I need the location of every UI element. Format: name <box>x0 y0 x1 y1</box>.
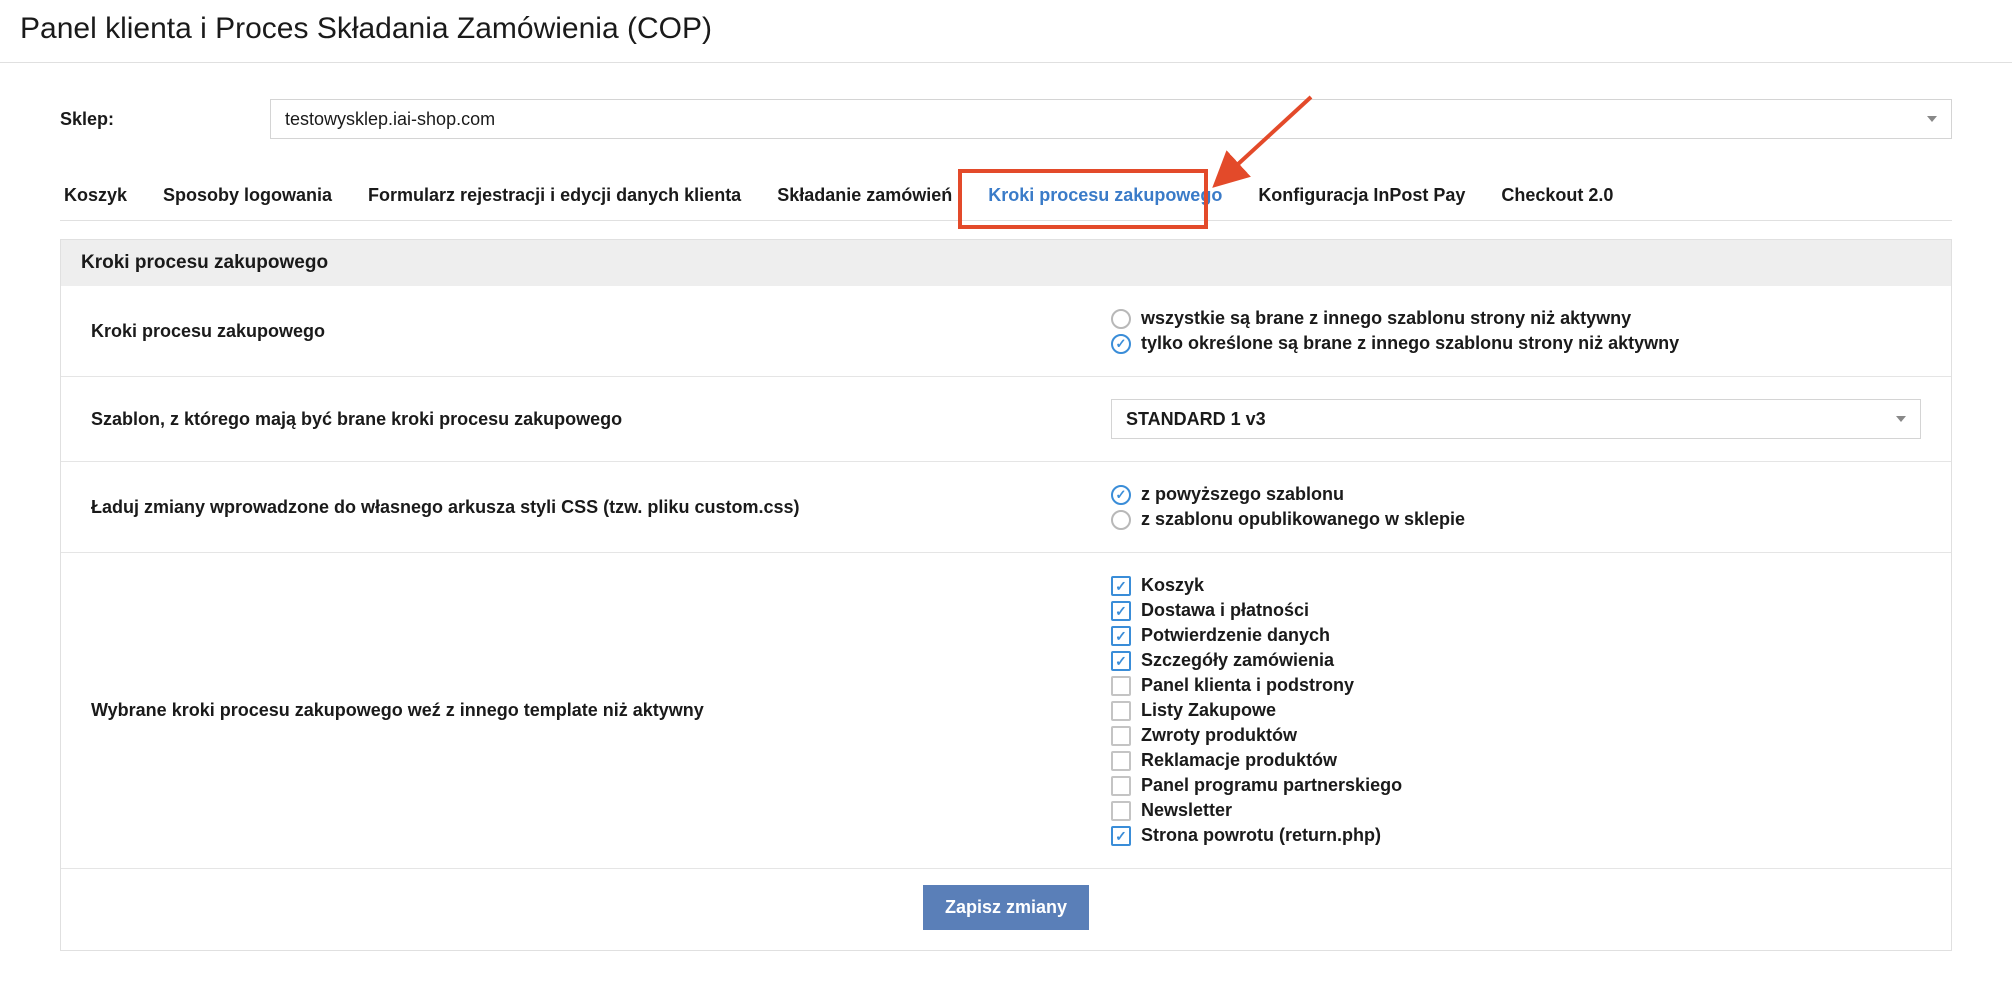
checkbox-label: Szczegóły zamówienia <box>1141 650 1334 671</box>
step-checkbox-0[interactable]: Koszyk <box>1111 575 1921 596</box>
tabs-bar: Koszyk Sposoby logowania Formularz rejestr… <box>60 173 1952 221</box>
radio-label: tylko określone są brane z innego szablo… <box>1141 333 1679 354</box>
checkbox-icon <box>1111 651 1131 671</box>
steps-mode-option-0[interactable]: wszystkie są brane z innego szablonu str… <box>1111 308 1921 329</box>
radio-icon <box>1111 334 1131 354</box>
row-steps-mode: Kroki procesu zakupowego wszystkie są br… <box>61 286 1951 377</box>
step-checkbox-10[interactable]: Strona powrotu (return.php) <box>1111 825 1921 846</box>
checkbox-icon <box>1111 751 1131 771</box>
checkbox-icon <box>1111 701 1131 721</box>
row-control: Koszyk Dostawa i płatności Potwierdzenie d… <box>1111 571 1921 850</box>
checkbox-icon <box>1111 726 1131 746</box>
row-label: Ładuj zmiany wprowadzone do własnego ark… <box>91 487 1111 527</box>
checkbox-icon <box>1111 676 1131 696</box>
row-selected-steps: Wybrane kroki procesu zakupowego weź z i… <box>61 553 1951 869</box>
row-label: Szablon, z którego mają być brane kroki … <box>91 399 1111 439</box>
css-source-option-0[interactable]: z powyższego szablonu <box>1111 484 1921 505</box>
tab-1[interactable]: Sposoby logowania <box>163 173 332 220</box>
tab-4[interactable]: Kroki procesu zakupowego <box>988 173 1222 220</box>
checkbox-label: Strona powrotu (return.php) <box>1141 825 1381 846</box>
checkbox-icon <box>1111 826 1131 846</box>
step-checkbox-6[interactable]: Zwroty produktów <box>1111 725 1921 746</box>
row-label: Wybrane kroki procesu zakupowego weź z i… <box>91 691 1111 731</box>
step-checkbox-8[interactable]: Panel programu partnerskiego <box>1111 775 1921 796</box>
step-checkbox-9[interactable]: Newsletter <box>1111 800 1921 821</box>
step-checkbox-3[interactable]: Szczegóły zamówienia <box>1111 650 1921 671</box>
radio-label: z powyższego szablonu <box>1141 484 1344 505</box>
checkbox-icon <box>1111 801 1131 821</box>
row-control: z powyższego szablonu z szablonu opubliko… <box>1111 480 1921 534</box>
row-css-source: Ładuj zmiany wprowadzone do własnego ark… <box>61 462 1951 553</box>
checkbox-icon <box>1111 626 1131 646</box>
checkbox-label: Newsletter <box>1141 800 1232 821</box>
tab-3[interactable]: Składanie zamówień <box>777 173 952 220</box>
shop-select[interactable]: testowysklep.iai-shop.com <box>270 99 1952 139</box>
step-checkbox-7[interactable]: Reklamacje produktów <box>1111 750 1921 771</box>
checkbox-label: Dostawa i płatności <box>1141 600 1309 621</box>
checkbox-icon <box>1111 576 1131 596</box>
checkbox-label: Reklamacje produktów <box>1141 750 1337 771</box>
radio-label: wszystkie są brane z innego szablonu str… <box>1141 308 1631 329</box>
css-source-option-1[interactable]: z szablonu opublikowanego w sklepie <box>1111 509 1921 530</box>
step-checkbox-1[interactable]: Dostawa i płatności <box>1111 600 1921 621</box>
checkbox-label: Panel klienta i podstrony <box>1141 675 1354 696</box>
caret-down-icon <box>1927 116 1937 122</box>
row-control: wszystkie są brane z innego szablonu str… <box>1111 304 1921 358</box>
row-label: Kroki procesu zakupowego <box>91 311 1111 351</box>
tab-2[interactable]: Formularz rejestracji i edycji danych kl… <box>368 173 741 220</box>
save-button[interactable]: Zapisz zmiany <box>923 885 1089 930</box>
step-checkbox-4[interactable]: Panel klienta i podstrony <box>1111 675 1921 696</box>
checkbox-label: Zwroty produktów <box>1141 725 1297 746</box>
radio-label: z szablonu opublikowanego w sklepie <box>1141 509 1465 530</box>
checkbox-icon <box>1111 601 1131 621</box>
radio-icon <box>1111 309 1131 329</box>
tab-6[interactable]: Checkout 2.0 <box>1501 173 1613 220</box>
step-checkbox-5[interactable]: Listy Zakupowe <box>1111 700 1921 721</box>
step-checkbox-2[interactable]: Potwierdzenie danych <box>1111 625 1921 646</box>
radio-icon <box>1111 485 1131 505</box>
save-button-wrap: Zapisz zmiany <box>61 869 1951 950</box>
checkbox-label: Listy Zakupowe <box>1141 700 1276 721</box>
page-title: Panel klienta i Proces Składania Zamówie… <box>0 0 2012 63</box>
panel-header: Kroki procesu zakupowego <box>61 240 1951 286</box>
template-select[interactable]: STANDARD 1 v3 <box>1111 399 1921 439</box>
shop-label: Sklep: <box>60 109 270 130</box>
checkbox-label: Potwierdzenie danych <box>1141 625 1330 646</box>
shop-select-value: testowysklep.iai-shop.com <box>285 109 495 130</box>
tab-5[interactable]: Konfiguracja InPost Pay <box>1258 173 1465 220</box>
tab-0[interactable]: Koszyk <box>64 173 127 220</box>
checkbox-icon <box>1111 776 1131 796</box>
radio-icon <box>1111 510 1131 530</box>
steps-mode-option-1[interactable]: tylko określone są brane z innego szablo… <box>1111 333 1921 354</box>
checkbox-label: Panel programu partnerskiego <box>1141 775 1402 796</box>
checkbox-label: Koszyk <box>1141 575 1204 596</box>
caret-down-icon <box>1896 416 1906 422</box>
template-select-value: STANDARD 1 v3 <box>1126 409 1266 430</box>
row-template-select: Szablon, z którego mają być brane kroki … <box>61 377 1951 462</box>
shop-selector-row: Sklep: testowysklep.iai-shop.com <box>60 63 1952 173</box>
settings-panel: Kroki procesu zakupowego Kroki procesu z… <box>60 239 1952 951</box>
